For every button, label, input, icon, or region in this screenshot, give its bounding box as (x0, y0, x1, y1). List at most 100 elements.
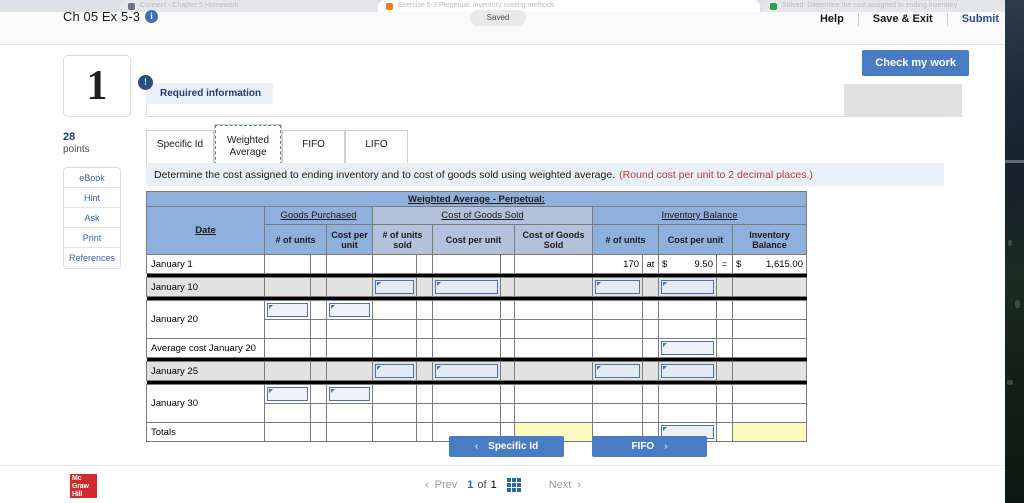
cell-cogs-units[interactable] (372, 403, 417, 423)
cell-cogs-units[interactable] (372, 361, 417, 381)
tab-specific-id[interactable]: Specific Id (146, 130, 214, 166)
cell-inv-units[interactable] (592, 384, 643, 404)
cell-gp-cost[interactable] (326, 300, 373, 320)
input-gp-cost[interactable] (329, 387, 370, 401)
cell-inv-cost[interactable] (658, 384, 717, 404)
cell-inv-units[interactable] (592, 361, 643, 381)
references-button[interactable]: References (64, 248, 120, 268)
cell-cogs-cost[interactable] (432, 300, 501, 320)
cell-inv-cost[interactable]: $ 9.50 (658, 254, 717, 274)
ebook-button[interactable]: eBook (64, 168, 120, 188)
input-inv-units[interactable] (595, 364, 640, 378)
cell-inv-balance[interactable] (732, 277, 807, 297)
tab-lifo[interactable]: LIFO (345, 130, 408, 166)
ask-button[interactable]: Ask (64, 208, 120, 228)
cell-inv-balance-highlight[interactable] (732, 422, 807, 442)
cell-cogs-total[interactable] (514, 254, 593, 274)
cell-cogs-total[interactable] (514, 361, 593, 381)
input-gp-units[interactable] (267, 303, 308, 317)
tab-fifo[interactable]: FIFO (282, 130, 345, 166)
browser-tab-2[interactable]: Exercise 5-3 Perpetual: Inventory costin… (378, 0, 760, 12)
input-inv-cost[interactable] (661, 364, 714, 378)
cell-gp-units[interactable] (264, 277, 311, 297)
cell-inv-balance[interactable]: $ 1,615.00 (732, 254, 807, 274)
save-and-exit-link[interactable]: Save & Exit (859, 12, 947, 26)
prev-page-button[interactable]: ‹ Prev (415, 479, 467, 491)
cell-cogs-units[interactable] (372, 384, 417, 404)
hint-button[interactable]: Hint (64, 188, 120, 208)
cell-inv-cost[interactable] (658, 361, 717, 381)
input-gp-cost[interactable] (329, 303, 370, 317)
help-link[interactable]: Help (806, 12, 858, 26)
grid-icon[interactable] (506, 478, 521, 492)
check-my-work-button[interactable]: Check my work (862, 50, 969, 76)
input-cogs-units[interactable] (375, 280, 414, 294)
cell-gp-cost[interactable] (326, 422, 373, 442)
cell-gp-cost[interactable] (326, 319, 373, 339)
cell-inv-balance[interactable] (732, 319, 807, 339)
next-page-button[interactable]: Next › (539, 479, 591, 491)
cell-inv-cost[interactable] (658, 338, 717, 358)
cell-cogs-total[interactable] (514, 277, 593, 297)
prev-method-button[interactable]: ‹ Specific Id (449, 436, 564, 457)
cell-gp-cost[interactable] (326, 403, 373, 423)
cell-gp-units[interactable] (264, 403, 311, 423)
cell-inv-units[interactable] (592, 338, 643, 358)
input-inv-cost[interactable] (661, 280, 714, 294)
cell-inv-units[interactable]: 170 (592, 254, 643, 274)
input-cogs-cost[interactable] (435, 280, 498, 294)
input-average-cost[interactable] (661, 341, 714, 355)
next-method-button[interactable]: FIFO › (592, 436, 707, 457)
cell-cogs-total[interactable] (514, 338, 593, 358)
cell-gp-units[interactable] (264, 319, 311, 339)
browser-tab-1[interactable]: Connect - Chapter 5 Homework (120, 0, 380, 12)
cell-cogs-total[interactable] (514, 319, 593, 339)
cell-gp-units[interactable] (264, 300, 311, 320)
cell-cogs-cost[interactable] (432, 254, 501, 274)
browser-tab-3[interactable]: Solved: Determine the cost assigned to e… (762, 0, 1005, 12)
cell-gp-cost[interactable] (326, 361, 373, 381)
cell-inv-balance[interactable] (732, 384, 807, 404)
print-button[interactable]: Print (64, 228, 120, 248)
cell-cogs-units[interactable] (372, 300, 417, 320)
cell-gp-cost[interactable] (326, 254, 373, 274)
cell-cogs-total[interactable] (514, 403, 593, 423)
cell-cogs-cost[interactable] (432, 277, 501, 297)
info-icon[interactable]: i (145, 10, 159, 23)
cell-gp-units[interactable] (264, 384, 311, 404)
input-cogs-cost[interactable] (435, 364, 498, 378)
cell-cogs-cost[interactable] (432, 403, 501, 423)
submit-link[interactable]: Submit (948, 12, 999, 26)
cell-inv-cost[interactable] (658, 403, 717, 423)
cell-cogs-units[interactable] (372, 422, 417, 442)
cell-gp-cost[interactable] (326, 338, 373, 358)
cell-inv-cost[interactable] (658, 277, 717, 297)
cell-cogs-cost[interactable] (432, 361, 501, 381)
cell-inv-balance[interactable] (732, 403, 807, 423)
cell-cogs-units[interactable] (372, 319, 417, 339)
cell-inv-units[interactable] (592, 403, 643, 423)
tab-weighted-average[interactable]: Weighted Average (214, 124, 282, 166)
cell-cogs-units[interactable] (372, 254, 417, 274)
cell-gp-units[interactable] (264, 361, 311, 381)
cell-inv-units[interactable] (592, 300, 643, 320)
input-cogs-units[interactable] (375, 364, 414, 378)
cell-cogs-units[interactable] (372, 338, 417, 358)
cell-inv-balance[interactable] (732, 300, 807, 320)
input-inv-units[interactable] (595, 280, 640, 294)
cell-gp-units[interactable] (264, 254, 311, 274)
cell-gp-cost[interactable] (326, 384, 373, 404)
cell-cogs-cost[interactable] (432, 319, 501, 339)
cell-cogs-units[interactable] (372, 277, 417, 297)
cell-cogs-total[interactable] (514, 384, 593, 404)
cell-cogs-cost[interactable] (432, 384, 501, 404)
input-gp-units[interactable] (267, 387, 308, 401)
cell-inv-balance[interactable] (732, 338, 807, 358)
cell-inv-balance[interactable] (732, 361, 807, 381)
cell-inv-units[interactable] (592, 277, 643, 297)
cell-cogs-cost[interactable] (432, 338, 501, 358)
cell-cogs-total[interactable] (514, 300, 593, 320)
cell-gp-cost[interactable] (326, 277, 373, 297)
cell-gp-units[interactable] (264, 338, 311, 358)
cell-gp-units[interactable] (264, 422, 311, 442)
